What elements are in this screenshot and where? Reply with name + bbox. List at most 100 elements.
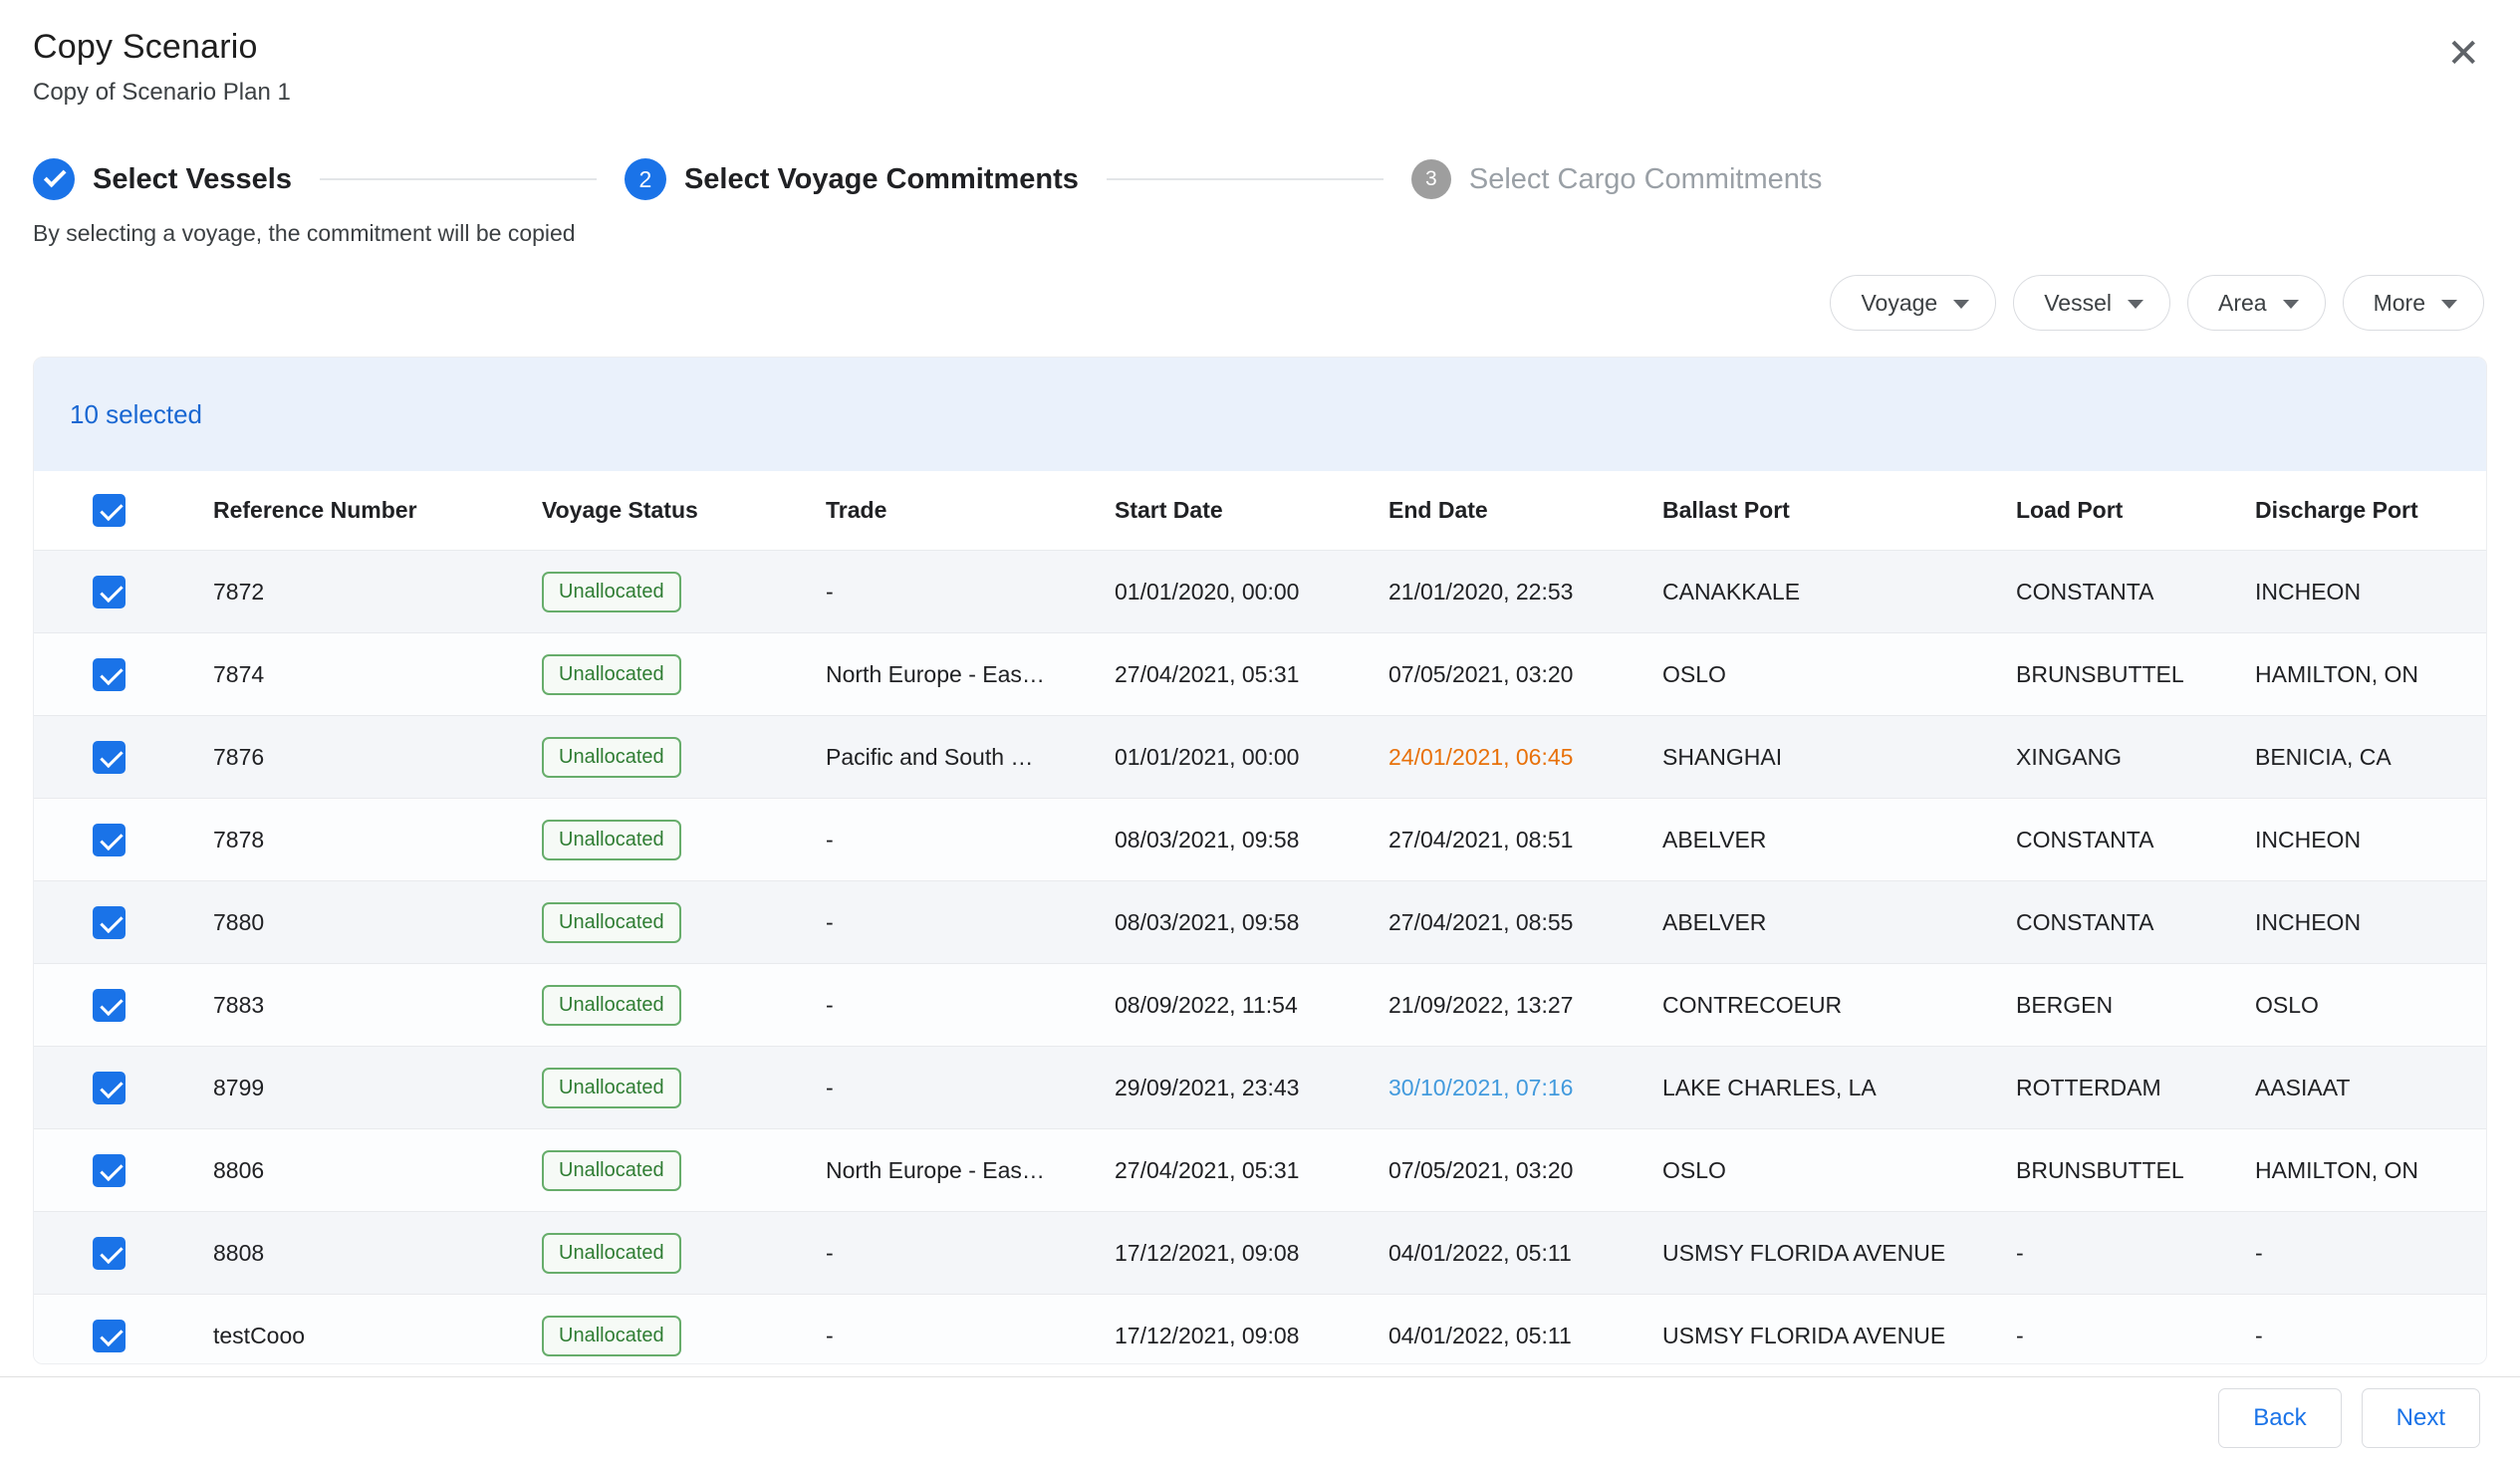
cell-load-port: - bbox=[1986, 1240, 2225, 1267]
step-2-number-badge: 2 bbox=[625, 158, 666, 200]
cell-voyage-status: Unallocated bbox=[512, 737, 796, 778]
column-header: Start Date bbox=[1085, 497, 1359, 524]
table-row[interactable]: 7883 Unallocated - 08/09/2022, 11:54 21/… bbox=[34, 964, 2486, 1047]
cell-discharge-port: - bbox=[2225, 1323, 2486, 1349]
cell-load-port: CONSTANTA bbox=[1986, 579, 2225, 606]
row-checkbox[interactable] bbox=[93, 576, 126, 608]
cell-trade: - bbox=[796, 1323, 1085, 1349]
cell-load-port: - bbox=[1986, 1323, 2225, 1349]
row-checkbox[interactable] bbox=[93, 1072, 126, 1104]
row-checkbox[interactable] bbox=[93, 989, 126, 1022]
cell-end-date: 27/04/2021, 08:55 bbox=[1359, 909, 1633, 936]
cell-load-port: BERGEN bbox=[1986, 992, 2225, 1019]
row-checkbox[interactable] bbox=[93, 658, 126, 691]
cell-load-port: CONSTANTA bbox=[1986, 827, 2225, 853]
filter-area-button[interactable]: Area bbox=[2187, 275, 2326, 331]
cell-start-date: 01/01/2020, 00:00 bbox=[1085, 579, 1359, 606]
dialog-footer: Back Next bbox=[0, 1376, 2520, 1458]
cell-start-date: 08/03/2021, 09:58 bbox=[1085, 827, 1359, 853]
back-button[interactable]: Back bbox=[2218, 1388, 2341, 1448]
dialog-title-block: Copy Scenario Copy of Scenario Plan 1 bbox=[33, 28, 291, 107]
table-row[interactable]: testCooo Unallocated - 17/12/2021, 09:08… bbox=[34, 1295, 2486, 1364]
filter-vessel-button[interactable]: Vessel bbox=[2013, 275, 2170, 331]
step-select-voyage-commitments[interactable]: 2 Select Voyage Commitments bbox=[625, 158, 1079, 200]
cell-ballast-port: USMSY FLORIDA AVENUE bbox=[1633, 1240, 1986, 1267]
chevron-down-icon bbox=[2283, 300, 2299, 309]
copy-scenario-dialog: Copy Scenario Copy of Scenario Plan 1 ✕ … bbox=[0, 0, 2520, 1364]
cell-ballast-port: CONTRECOEUR bbox=[1633, 992, 1986, 1019]
filter-more-label: More bbox=[2374, 290, 2425, 317]
cell-end-date: 21/01/2020, 22:53 bbox=[1359, 579, 1633, 606]
cell-end-date: 21/09/2022, 13:27 bbox=[1359, 992, 1633, 1019]
close-icon[interactable]: ✕ bbox=[2446, 34, 2480, 74]
cell-end-date: 27/04/2021, 08:51 bbox=[1359, 827, 1633, 853]
table-row[interactable]: 7874 Unallocated North Europe - Eas… 27/… bbox=[34, 633, 2486, 716]
column-header: Ballast Port bbox=[1633, 497, 1986, 524]
next-button[interactable]: Next bbox=[2362, 1388, 2480, 1448]
status-badge: Unallocated bbox=[542, 654, 681, 695]
row-checkbox[interactable] bbox=[93, 1154, 126, 1187]
cell-voyage-status: Unallocated bbox=[512, 654, 796, 695]
cell-discharge-port: INCHEON bbox=[2225, 579, 2486, 606]
row-checkbox[interactable] bbox=[93, 906, 126, 939]
table-row[interactable]: 8808 Unallocated - 17/12/2021, 09:08 04/… bbox=[34, 1212, 2486, 1295]
cell-end-date: 04/01/2022, 05:11 bbox=[1359, 1323, 1633, 1349]
cell-trade: - bbox=[796, 909, 1085, 936]
row-select-cell bbox=[34, 824, 183, 856]
chevron-down-icon bbox=[2441, 300, 2457, 309]
row-select-cell bbox=[34, 989, 183, 1022]
table-row[interactable]: 7880 Unallocated - 08/03/2021, 09:58 27/… bbox=[34, 881, 2486, 964]
table-row[interactable]: 8806 Unallocated North Europe - Eas… 27/… bbox=[34, 1129, 2486, 1212]
cell-start-date: 27/04/2021, 05:31 bbox=[1085, 661, 1359, 688]
row-checkbox[interactable] bbox=[93, 741, 126, 774]
cell-end-date: 24/01/2021, 06:45 bbox=[1359, 744, 1633, 771]
row-select-cell bbox=[34, 1154, 183, 1187]
cell-ballast-port: ABELVER bbox=[1633, 827, 1986, 853]
cell-end-date: 07/05/2021, 03:20 bbox=[1359, 661, 1633, 688]
row-checkbox[interactable] bbox=[93, 1320, 126, 1352]
page-title: Copy Scenario bbox=[33, 28, 291, 67]
status-badge: Unallocated bbox=[542, 820, 681, 860]
cell-voyage-status: Unallocated bbox=[512, 1068, 796, 1108]
table-row[interactable]: 7876 Unallocated Pacific and South … 01/… bbox=[34, 716, 2486, 799]
cell-trade: Pacific and South … bbox=[796, 744, 1085, 771]
status-badge: Unallocated bbox=[542, 902, 681, 943]
step-label-select-vessels: Select Vessels bbox=[93, 163, 292, 196]
cell-end-date: 07/05/2021, 03:20 bbox=[1359, 1157, 1633, 1184]
cell-start-date: 08/03/2021, 09:58 bbox=[1085, 909, 1359, 936]
cell-discharge-port: INCHEON bbox=[2225, 827, 2486, 853]
filter-vessel-label: Vessel bbox=[2044, 290, 2112, 317]
stepper: Select Vessels 2 Select Voyage Commitmen… bbox=[33, 158, 2487, 200]
table-row[interactable]: 8799 Unallocated - 29/09/2021, 23:43 30/… bbox=[34, 1047, 2486, 1129]
cell-voyage-status: Unallocated bbox=[512, 902, 796, 943]
status-badge: Unallocated bbox=[542, 1233, 681, 1274]
cell-discharge-port: - bbox=[2225, 1240, 2486, 1267]
table-row[interactable]: 7878 Unallocated - 08/03/2021, 09:58 27/… bbox=[34, 799, 2486, 881]
row-select-cell bbox=[34, 576, 183, 608]
row-select-cell bbox=[34, 741, 183, 774]
cell-reference-number: testCooo bbox=[183, 1323, 512, 1349]
cell-ballast-port: USMSY FLORIDA AVENUE bbox=[1633, 1323, 1986, 1349]
cell-voyage-status: Unallocated bbox=[512, 1150, 796, 1191]
row-checkbox[interactable] bbox=[93, 824, 126, 856]
cell-start-date: 27/04/2021, 05:31 bbox=[1085, 1157, 1359, 1184]
step-completed-check-icon bbox=[33, 158, 75, 200]
cell-discharge-port: BENICIA, CA bbox=[2225, 744, 2486, 771]
filter-voyage-button[interactable]: Voyage bbox=[1830, 275, 1996, 331]
cell-start-date: 01/01/2021, 00:00 bbox=[1085, 744, 1359, 771]
step-select-vessels[interactable]: Select Vessels bbox=[33, 158, 292, 200]
cell-trade: - bbox=[796, 579, 1085, 606]
filter-more-button[interactable]: More bbox=[2343, 275, 2484, 331]
cell-voyage-status: Unallocated bbox=[512, 572, 796, 612]
dialog-subtitle: Copy of Scenario Plan 1 bbox=[33, 79, 291, 107]
cell-discharge-port: HAMILTON, ON bbox=[2225, 661, 2486, 688]
cell-start-date: 17/12/2021, 09:08 bbox=[1085, 1240, 1359, 1267]
step-select-cargo-commitments[interactable]: 3 Select Cargo Commitments bbox=[1411, 159, 1823, 199]
row-checkbox[interactable] bbox=[93, 1237, 126, 1270]
row-select-cell bbox=[34, 1320, 183, 1352]
selection-count: 10 selected bbox=[70, 399, 202, 430]
select-all-checkbox[interactable] bbox=[93, 494, 126, 527]
cell-start-date: 08/09/2022, 11:54 bbox=[1085, 992, 1359, 1019]
cell-trade: North Europe - Eas… bbox=[796, 1157, 1085, 1184]
table-row[interactable]: 7872 Unallocated - 01/01/2020, 00:00 21/… bbox=[34, 551, 2486, 633]
